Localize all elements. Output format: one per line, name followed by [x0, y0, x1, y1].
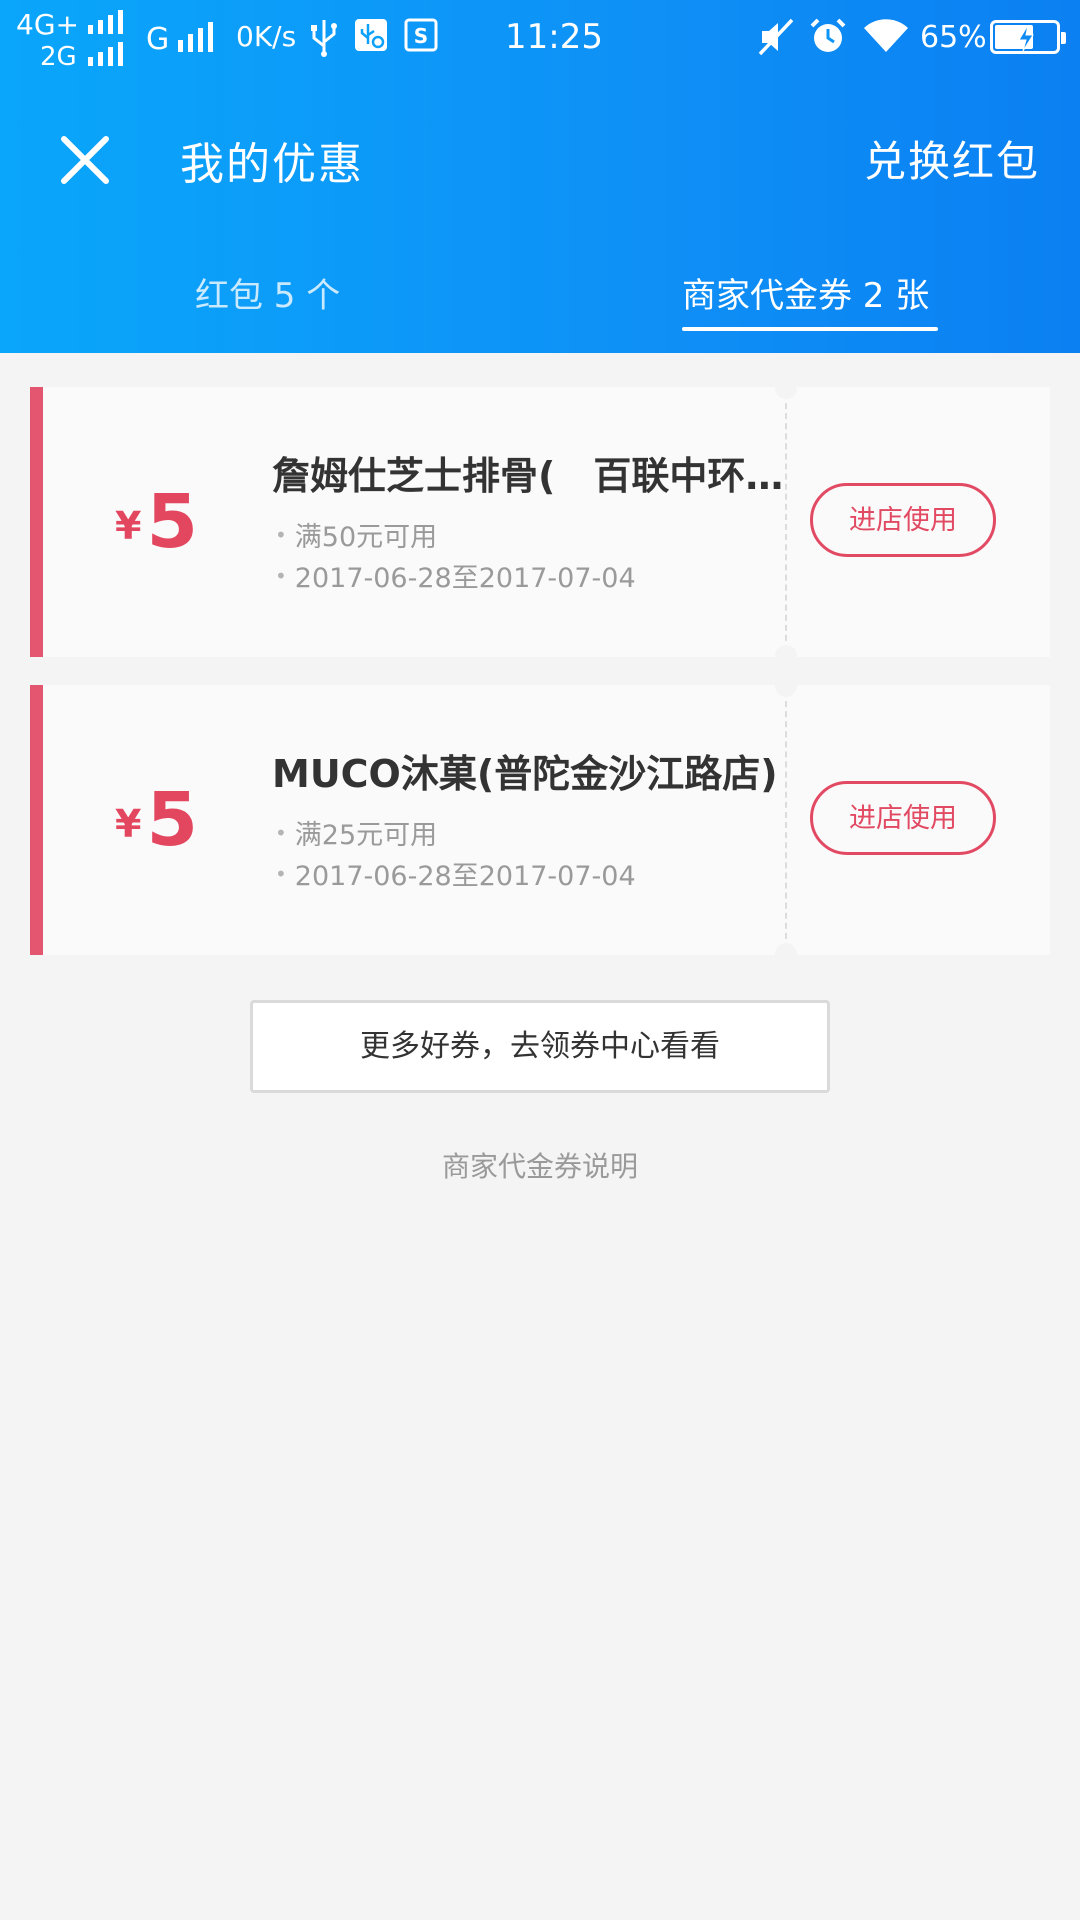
network-type-primary: 4G+ — [16, 8, 79, 41]
coupon-notch-bottom — [775, 645, 797, 657]
currency-symbol: ¥ — [115, 504, 142, 548]
tab-red-packets[interactable]: 红包 5 个 — [195, 268, 340, 317]
coupon-amount: ¥ 5 — [115, 479, 198, 565]
coupon-condition: 满50元可用 — [275, 515, 437, 554]
coupon-value: 5 — [146, 479, 199, 565]
use-in-store-button[interactable]: 进店使用 — [810, 483, 996, 557]
coupon-accent-bar — [30, 387, 43, 657]
battery-percentage: 65% — [920, 20, 987, 55]
header: 4G+ 2G G 0K/s S 11:25 65% 我的优惠 兑换红包 红包 5… — [0, 0, 1080, 353]
coupon-card: ¥ 5 詹姆仕芝士排骨( 百联中环店) 满50元可用 2017-06-28至20… — [30, 387, 1050, 657]
tab-merchant-vouchers[interactable]: 商家代金券 2 张 — [682, 268, 929, 317]
coupon-notch-top — [775, 685, 797, 697]
coupon-notch-top — [775, 387, 797, 399]
use-in-store-button[interactable]: 进店使用 — [810, 781, 996, 855]
usb-settings-icon — [355, 19, 387, 51]
close-button[interactable] — [50, 125, 120, 195]
coupon-divider — [785, 393, 787, 651]
network-type-secondary: 2G — [40, 42, 77, 72]
coupon-amount: ¥ 5 — [115, 777, 198, 863]
merchant-name: 詹姆仕芝士排骨( 百联中环店) — [272, 454, 792, 498]
coupon-card: ¥ 5 MUCO沐菓(普陀金沙江路店) 满25元可用 2017-06-28至20… — [30, 685, 1050, 955]
redeem-red-packet-button[interactable]: 兑换红包 — [864, 128, 1040, 189]
currency-symbol: ¥ — [115, 802, 142, 846]
mute-icon — [758, 18, 794, 56]
svg-text:S: S — [414, 24, 428, 48]
coupon-validity-period: 2017-06-28至2017-07-04 — [275, 854, 636, 893]
coupon-condition: 满25元可用 — [275, 813, 437, 852]
signal-strength-icon-2 — [88, 42, 123, 66]
coupon-divider — [785, 691, 787, 949]
status-bar: 4G+ 2G G 0K/s S 11:25 65% — [0, 0, 1080, 72]
active-tab-indicator — [682, 327, 938, 331]
network-speed: 0K/s — [236, 20, 297, 53]
coupon-notch-bottom — [775, 943, 797, 955]
wifi-icon — [864, 19, 908, 52]
battery-icon — [990, 20, 1066, 54]
alarm-icon — [810, 18, 846, 52]
usb-icon — [311, 20, 337, 57]
signal-strength-icon-1 — [88, 10, 123, 34]
more-coupons-button[interactable]: 更多好券，去领券中心看看 — [250, 1000, 830, 1093]
network-type-tertiary: G — [146, 22, 170, 57]
sim-icon: S — [404, 18, 438, 52]
close-icon — [61, 136, 109, 184]
voucher-explanation-link[interactable]: 商家代金券说明 — [0, 1145, 1080, 1185]
coupon-validity-period: 2017-06-28至2017-07-04 — [275, 556, 636, 595]
page-title: 我的优惠 — [180, 139, 364, 190]
clock: 11:25 — [505, 17, 603, 57]
coupon-accent-bar — [30, 685, 43, 955]
coupon-value: 5 — [146, 777, 199, 863]
signal-strength-icon-3 — [178, 22, 213, 52]
merchant-name: MUCO沐菓(普陀金沙江路店) — [272, 752, 778, 796]
